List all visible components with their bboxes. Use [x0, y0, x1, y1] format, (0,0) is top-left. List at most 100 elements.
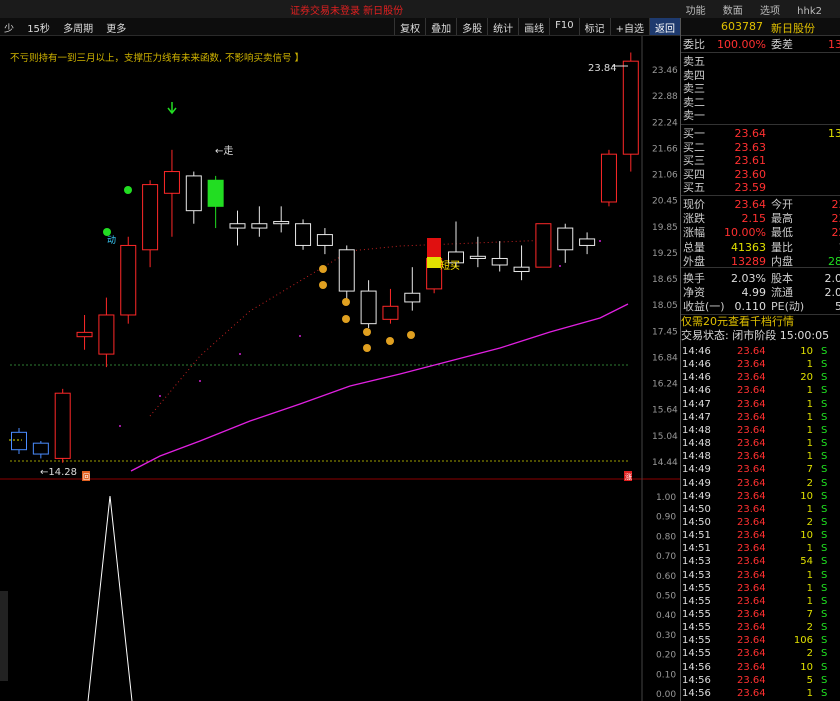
more-button[interactable]: 更多	[106, 24, 126, 35]
ma-dot	[299, 335, 301, 337]
menu-shumian[interactable]: 数面	[723, 6, 743, 17]
stat-row: 外盘13289内盘280	[681, 255, 840, 268]
weicha-value: 133	[828, 38, 840, 51]
tick-side: S	[821, 635, 828, 647]
tick-time: 14:48	[682, 424, 711, 436]
tick-volume: 54	[800, 556, 813, 568]
tick-price: 23.64	[737, 556, 766, 568]
draw-line-button[interactable]: 画线	[518, 18, 549, 35]
tick-volume: 2	[806, 622, 813, 634]
tick-price: 23.64	[737, 595, 766, 607]
overlay-button[interactable]: 叠加	[425, 18, 456, 35]
tick-volume: 2	[806, 648, 813, 660]
signal-dot-icon	[103, 228, 111, 236]
tick-row: 14:47 23.64 1 S	[681, 398, 840, 411]
kline-chart[interactable]: 23.46 22.88 22.24 21.66 21.06 20.45 19.85 19.25…	[0, 36, 680, 701]
menu-options[interactable]: 选项	[760, 6, 780, 17]
indicator-line	[87, 495, 133, 701]
candle-body	[229, 223, 246, 229]
tick-volume: 1	[806, 359, 813, 371]
stat-row: 涨幅10.00%最低22.	[681, 226, 840, 239]
tick-side: S	[821, 582, 828, 594]
restore-rights-button[interactable]: 复权	[394, 18, 425, 35]
bid-price: 23.60	[734, 167, 767, 181]
tick-row: 14:50 23.64 1 S	[681, 503, 840, 516]
tick-price: 23.64	[737, 516, 766, 528]
tick-volume: 10	[800, 346, 813, 357]
stat-value-2: 280	[828, 254, 840, 268]
stat-row: 涨跌2.15最高23.	[681, 212, 840, 225]
stat-value-2: 22.	[831, 226, 840, 240]
tick-price: 23.64	[737, 490, 766, 502]
stat-value-2: 2.04	[824, 272, 840, 285]
tick-volume: 2	[806, 516, 813, 528]
stock-code[interactable]: 603787	[721, 20, 763, 33]
tick-volume: 10	[800, 530, 813, 542]
mark-button[interactable]: 标记	[578, 18, 610, 35]
tick-row: 14:46 23.64 1 S	[681, 384, 840, 397]
tick-volume: 1	[806, 385, 813, 397]
price-tick-label: 21.06	[652, 171, 678, 181]
tick-row: 14:49 23.64 10 S	[681, 490, 840, 503]
tick-time: 14:48	[682, 451, 711, 463]
menu-function[interactable]: 功能	[686, 6, 706, 17]
tick-row: 14:55 23.64 7 S	[681, 608, 840, 621]
tick-price: 23.64	[737, 398, 766, 410]
money-bag-icon	[319, 265, 327, 273]
bid-row: 买三 23.61	[681, 154, 840, 167]
indicator-hint: 不亏则持有一到三月以上，支撑压力线有未来函数, 不影响买卖信号 】	[10, 53, 305, 64]
bid-row: 买四 23.60	[681, 168, 840, 181]
ma-dot	[119, 425, 121, 427]
zou-label: ←走	[215, 145, 233, 157]
tick-side: S	[821, 490, 828, 502]
tick-row: 14:51 23.64 10 S	[681, 529, 840, 542]
period-less[interactable]: 少	[4, 24, 14, 35]
tick-time: 14:55	[682, 648, 711, 660]
tick-row: 14:55 23.64 2 S	[681, 647, 840, 660]
tick-row: 14:47 23.64 1 S	[681, 411, 840, 424]
price-tick-label: 18.65	[652, 275, 678, 285]
indicator-tick-label: 0.90	[656, 513, 676, 523]
tick-row: 14:51 23.64 1 S	[681, 542, 840, 555]
tick-row: 14:48 23.64 1 S	[681, 450, 840, 463]
candle-body	[207, 179, 224, 207]
tick-row: 14:55 23.64 106 S	[681, 634, 840, 647]
ma-dot	[559, 265, 561, 267]
tick-side: S	[821, 464, 828, 476]
back-button[interactable]: 返回	[649, 18, 680, 35]
tick-row: 14:48 23.64 1 S	[681, 437, 840, 450]
level2-ad[interactable]: 仅需20元查看千档行情	[681, 315, 840, 329]
bid-price: 23.64	[734, 127, 767, 140]
stock-name[interactable]: 新日股份	[771, 20, 815, 36]
tick-time: 14:53	[682, 569, 711, 581]
ma-dot	[239, 353, 241, 355]
add-watchlist-button[interactable]: +自选	[609, 18, 649, 35]
tick-time: 14:47	[682, 411, 711, 423]
ma-dot	[159, 395, 161, 397]
tick-price: 23.64	[737, 385, 766, 397]
tick-volume: 1	[806, 424, 813, 436]
tick-time: 14:46	[682, 359, 711, 371]
tick-price: 23.64	[737, 359, 766, 371]
indicator-tick-label: 0.50	[656, 592, 676, 602]
tick-side: S	[821, 451, 828, 463]
multi-period[interactable]: 多周期	[63, 24, 93, 35]
indicator-tick-label: 0.10	[656, 670, 676, 680]
tick-time: 14:56	[682, 674, 711, 686]
tick-side: S	[821, 622, 828, 634]
tick-time: 14:46	[682, 372, 711, 384]
candle-body	[382, 305, 399, 320]
money-bag-icon	[363, 344, 371, 352]
f10-button[interactable]: F10	[549, 18, 578, 35]
indicator-tick-label: 0.30	[656, 631, 676, 641]
period-15s[interactable]: 15秒	[27, 24, 50, 35]
bid-price: 23.61	[734, 154, 767, 168]
tick-volume: 1	[806, 569, 813, 581]
statistics-button[interactable]: 统计	[487, 18, 518, 35]
multi-stock-button[interactable]: 多股	[456, 18, 487, 35]
stat-value: 4.99	[741, 286, 767, 300]
quote-panel: 603787 新日股份 委比 100.00% 委差 133 卖五卖四卖三卖二卖一…	[680, 18, 840, 701]
candle-body	[120, 244, 137, 316]
menu-user[interactable]: hhk2	[797, 6, 822, 17]
indicator-tick-label: 0.70	[656, 552, 676, 562]
